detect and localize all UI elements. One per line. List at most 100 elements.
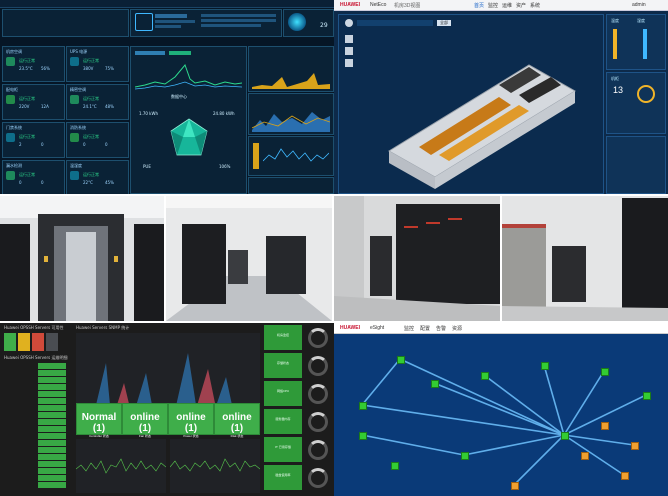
side-tool-2-icon[interactable] xyxy=(345,47,353,55)
device-card[interactable]: 漏水检测 运行正常 0 0 xyxy=(2,160,65,194)
right-chart-2 xyxy=(248,93,334,135)
network-device-icon[interactable] xyxy=(561,432,569,440)
service-tile[interactable]: 服务器内存 xyxy=(264,409,302,434)
service-tile[interactable]: 网络CPU xyxy=(264,381,302,406)
table-row xyxy=(6,370,68,377)
status-cell xyxy=(38,426,66,432)
server-dashboard-panel: Huawei OPSSH Servers 可用性 Huawei Servers … xyxy=(0,323,334,496)
menu-home[interactable]: 首页 xyxy=(474,2,484,9)
device-status: 运行正常 xyxy=(19,172,35,177)
network-device-icon[interactable] xyxy=(631,442,639,450)
service-tile-label: IT 已用存储 xyxy=(275,445,291,449)
device-metric-a: 0 xyxy=(83,142,86,147)
device-card[interactable]: UPS 电源 运行正常 380V 75% xyxy=(66,46,129,82)
dashboard-top-bar xyxy=(0,0,334,8)
cpu-chart-2 xyxy=(170,439,260,493)
cabinet-stats-card: 机柜 13 xyxy=(606,72,666,134)
center-label-tr: 24.80 kWh xyxy=(213,111,235,116)
status-box-label: Power 状态 xyxy=(183,434,199,438)
table-row xyxy=(6,433,68,440)
device-metric-b: 48% xyxy=(105,104,114,109)
scene-toolbar[interactable] xyxy=(357,20,433,26)
status-box[interactable]: online (1) Disk 状态 xyxy=(214,403,260,438)
photo-power-cabinets xyxy=(334,196,500,321)
network-device-icon[interactable] xyxy=(541,362,549,370)
status-cell xyxy=(38,433,66,439)
service-tile-label: 机房监控 xyxy=(276,333,289,337)
menu-ops[interactable]: 运维 xyxy=(502,2,512,9)
network-device-icon[interactable] xyxy=(461,452,469,460)
service-tile[interactable]: 存储状态 xyxy=(264,353,302,378)
humidity-label: 湿度 xyxy=(637,18,645,23)
menu-assets[interactable]: 资产 xyxy=(516,2,526,9)
esight-topology-panel: HUAWEI eSight 监控 配置 告警 资源 xyxy=(334,323,668,496)
status-cell xyxy=(38,447,66,453)
service-tile[interactable]: 磁盘使用率 xyxy=(264,465,302,490)
device-card[interactable]: 配电柜 运行正常 220V 12A xyxy=(2,84,65,120)
menu-monitor[interactable]: 监控 xyxy=(488,2,498,9)
device-status: 运行正常 xyxy=(83,96,99,101)
center-label-bl: PUE xyxy=(143,164,151,169)
status-box[interactable]: Normal (1) Controller 状态 xyxy=(76,403,122,438)
snmp-header: Huawei Servers SNMP 统计 xyxy=(76,325,130,330)
status-box-value: online (1) xyxy=(130,412,160,434)
esight-tab-config[interactable]: 配置 xyxy=(420,325,430,332)
status-box[interactable]: online (1) Fan 状态 xyxy=(122,403,168,438)
network-device-icon[interactable] xyxy=(643,392,651,400)
filter-select[interactable]: 全部 xyxy=(437,20,451,26)
right-footer xyxy=(248,177,334,194)
device-card[interactable]: 消防系统 运行正常 0 0 xyxy=(66,122,129,158)
network-device-icon[interactable] xyxy=(359,432,367,440)
esight-tab-monitor[interactable]: 监控 xyxy=(404,325,414,332)
scene-viewport[interactable]: 全部 xyxy=(338,14,604,194)
status-cell xyxy=(38,468,66,474)
center-panel: 数据中心 1.70 kWh 24.80 kWh PUE 106% xyxy=(130,46,247,194)
esight-huawei-logo: HUAWEI xyxy=(340,325,360,331)
table-row xyxy=(6,363,68,370)
network-device-icon[interactable] xyxy=(481,372,489,380)
status-cell xyxy=(38,370,66,376)
photo-cabinet-aisle xyxy=(166,196,332,321)
device-card[interactable]: 温湿度 运行正常 22°C 45% xyxy=(66,160,129,194)
side-tool-1-icon[interactable] xyxy=(345,35,353,43)
status-box[interactable]: online (1) Power 状态 xyxy=(168,403,214,438)
side-tool-3-icon[interactable] xyxy=(345,59,353,67)
table-row xyxy=(6,461,68,468)
temp-label: 温度 xyxy=(611,18,619,23)
device-card[interactable]: 门禁系统 运行正常 2 0 xyxy=(2,122,65,158)
esight-tab-alarm[interactable]: 告警 xyxy=(436,325,446,332)
device-status: 运行正常 xyxy=(19,134,35,139)
device-title: 门禁系统 xyxy=(6,125,22,130)
view-toggle-icon[interactable] xyxy=(345,19,353,27)
network-device-icon[interactable] xyxy=(601,368,609,376)
table-row xyxy=(6,440,68,447)
device-metric-a: 23.5°C xyxy=(19,66,33,71)
network-device-icon[interactable] xyxy=(391,462,399,470)
table-row xyxy=(6,426,68,433)
device-card[interactable]: 机房空调 运行正常 23.5°C 56% xyxy=(2,46,65,82)
breadcrumb[interactable]: 机房3D视图 xyxy=(394,2,420,9)
app-name: NetEco xyxy=(370,2,387,8)
service-tile[interactable]: IT 已用存储 xyxy=(264,437,302,462)
user-name[interactable]: admin xyxy=(632,2,646,8)
network-device-icon[interactable] xyxy=(601,422,609,430)
network-device-icon[interactable] xyxy=(397,356,405,364)
summary-strip xyxy=(2,9,129,37)
status-box-label: Fan 状态 xyxy=(138,434,151,438)
center-title: 数据中心 xyxy=(171,94,187,99)
env-stats-card: 温度 湿度 xyxy=(606,14,666,70)
service-tile[interactable]: 机房监控 xyxy=(264,325,302,350)
network-device-icon[interactable] xyxy=(581,452,589,460)
device-title: UPS 电源 xyxy=(70,49,88,54)
network-device-icon[interactable] xyxy=(359,402,367,410)
device-card[interactable]: 精密空调 运行正常 24.1°C 48% xyxy=(66,84,129,120)
network-device-icon[interactable] xyxy=(431,380,439,388)
table-row xyxy=(6,377,68,384)
stat-tile-4 xyxy=(46,333,58,351)
menu-system[interactable]: 系统 xyxy=(530,2,540,9)
esight-tab-resource[interactable]: 资源 xyxy=(452,325,462,332)
network-device-icon[interactable] xyxy=(511,482,519,490)
table-row xyxy=(6,405,68,412)
datacenter-gem-icon xyxy=(170,118,208,156)
network-device-icon[interactable] xyxy=(621,472,629,480)
